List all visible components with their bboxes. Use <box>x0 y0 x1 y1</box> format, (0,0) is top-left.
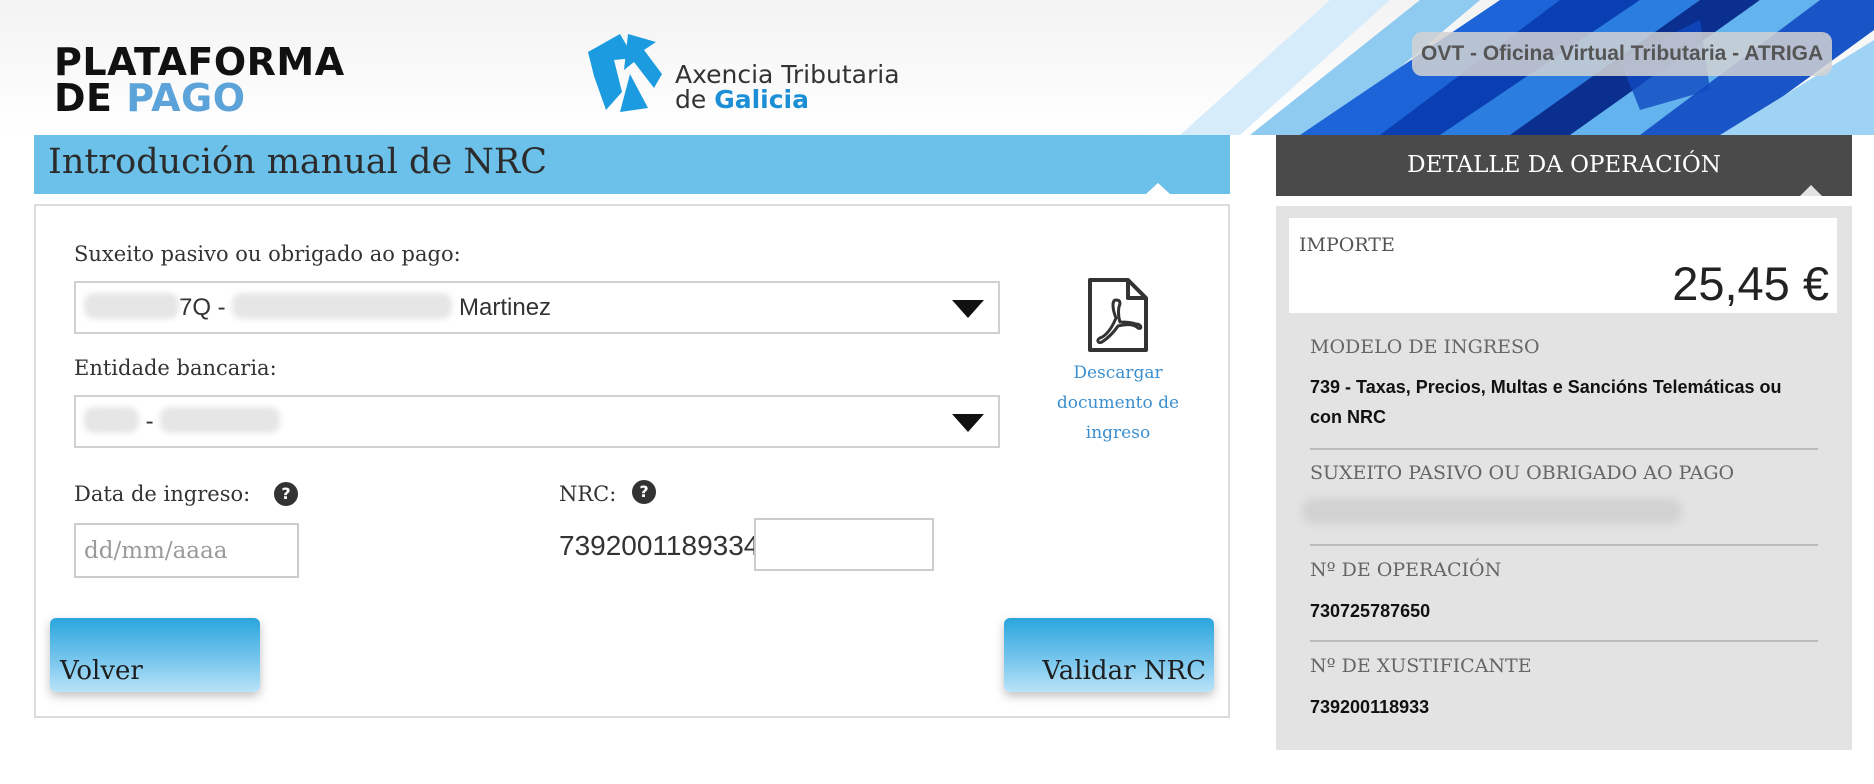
bank-label: Entidade bancaria: <box>74 356 277 380</box>
title-notch <box>1146 183 1170 194</box>
download-document-label: Descargar documento de ingreso <box>1056 363 1180 443</box>
date-help-icon[interactable]: ? <box>274 482 298 506</box>
bank-value-separator: - <box>145 408 154 435</box>
nrc-prefix: 7392001189334 <box>559 530 760 561</box>
redacted-name <box>232 293 453 319</box>
platform-logo-line1: PLATAFORMA <box>54 40 345 84</box>
taxpayer-select-value: 7Q - Martinez <box>84 293 551 322</box>
platform-logo-de: DE <box>54 76 113 120</box>
taxpayer-label: Suxeito pasivo ou obrigado ao pago: <box>74 242 461 266</box>
form-title-bar: Introdución manual de NRC <box>34 135 1230 194</box>
detail-notch <box>1800 185 1822 196</box>
divider <box>1310 544 1818 546</box>
chevron-down-icon <box>952 300 984 318</box>
operation-number-label: Nº DE OPERACIÓN <box>1310 559 1502 581</box>
receipt-number-value: 739200118933 <box>1310 697 1430 717</box>
page-title: Introdución manual de NRC <box>48 142 548 182</box>
download-document-link[interactable]: Descargar documento de ingreso <box>1048 278 1188 448</box>
platform-logo-pago: PAGO <box>126 76 246 120</box>
atg-logo-de: de <box>675 85 707 114</box>
taxpayer-value-part1: 7Q - <box>179 294 226 321</box>
redacted-taxpayer-value <box>1302 498 1682 524</box>
redacted-bank-code <box>84 407 139 433</box>
operation-detail-header: DETALLE DA OPERACIÓN <box>1276 135 1852 196</box>
back-button[interactable]: Volver <box>50 618 260 692</box>
nrc-form-panel: Suxeito pasivo ou obrigado ao pago: 7Q -… <box>34 204 1230 718</box>
validate-nrc-button[interactable]: Validar NRC <box>1004 618 1214 692</box>
date-input[interactable] <box>74 523 299 578</box>
taxpayer-detail-label: SUXEITO PASIVO OU OBRIGADO AO PAGO <box>1310 462 1735 484</box>
model-label: MODELO DE INGRESO <box>1310 336 1540 358</box>
receipt-number-label: Nº DE XUSTIFICANTE <box>1310 655 1532 677</box>
bank-select-value: - <box>84 407 281 436</box>
plataforma-de-pago-logo: PLATAFORMA DE PAGO <box>54 40 345 117</box>
platform-logo-line2: DE PAGO <box>54 79 345 117</box>
amount-box: IMPORTE 25,45 € <box>1289 218 1837 313</box>
amount-label: IMPORTE <box>1299 234 1395 256</box>
validate-nrc-button-label: Validar NRC <box>1042 656 1206 686</box>
model-value: 739 - Taxas, Precios, Multas e Sancións … <box>1310 377 1782 427</box>
redacted-bank-name <box>160 407 281 433</box>
chevron-down-icon <box>952 414 984 432</box>
operation-detail-panel: IMPORTE 25,45 € MODELO DE INGRESO 739 - … <box>1276 206 1852 750</box>
divider <box>1310 640 1818 642</box>
operation-number-value: 730725787650 <box>1310 601 1431 621</box>
divider <box>1310 448 1818 450</box>
nrc-label: NRC: <box>559 482 617 506</box>
date-label: Data de ingreso: <box>74 482 251 506</box>
amount-value: 25,45 € <box>1672 257 1829 310</box>
atg-logo-line2: de Galicia <box>675 85 809 114</box>
atg-logo-galicia: Galicia <box>714 85 809 114</box>
nrc-help-icon[interactable]: ? <box>632 480 656 504</box>
page-header: PLATAFORMA DE PAGO Axencia Tributaria de… <box>0 0 1874 135</box>
taxpayer-select[interactable]: 7Q - Martinez <box>74 281 1000 334</box>
atg-arrows-logo <box>588 34 662 112</box>
back-button-label: Volver <box>60 656 143 686</box>
nrc-suffix-input[interactable] <box>754 518 934 571</box>
bank-select[interactable]: - <box>74 395 1000 448</box>
pdf-document-icon <box>1088 278 1148 352</box>
axencia-tributaria-logo: Axencia Tributaria de Galicia <box>584 30 904 120</box>
taxpayer-value-part2: Martinez <box>459 294 552 321</box>
ovt-badge[interactable]: OVT - Oficina Virtual Tributaria - ATRIG… <box>1412 32 1833 76</box>
redacted-id <box>84 293 179 319</box>
